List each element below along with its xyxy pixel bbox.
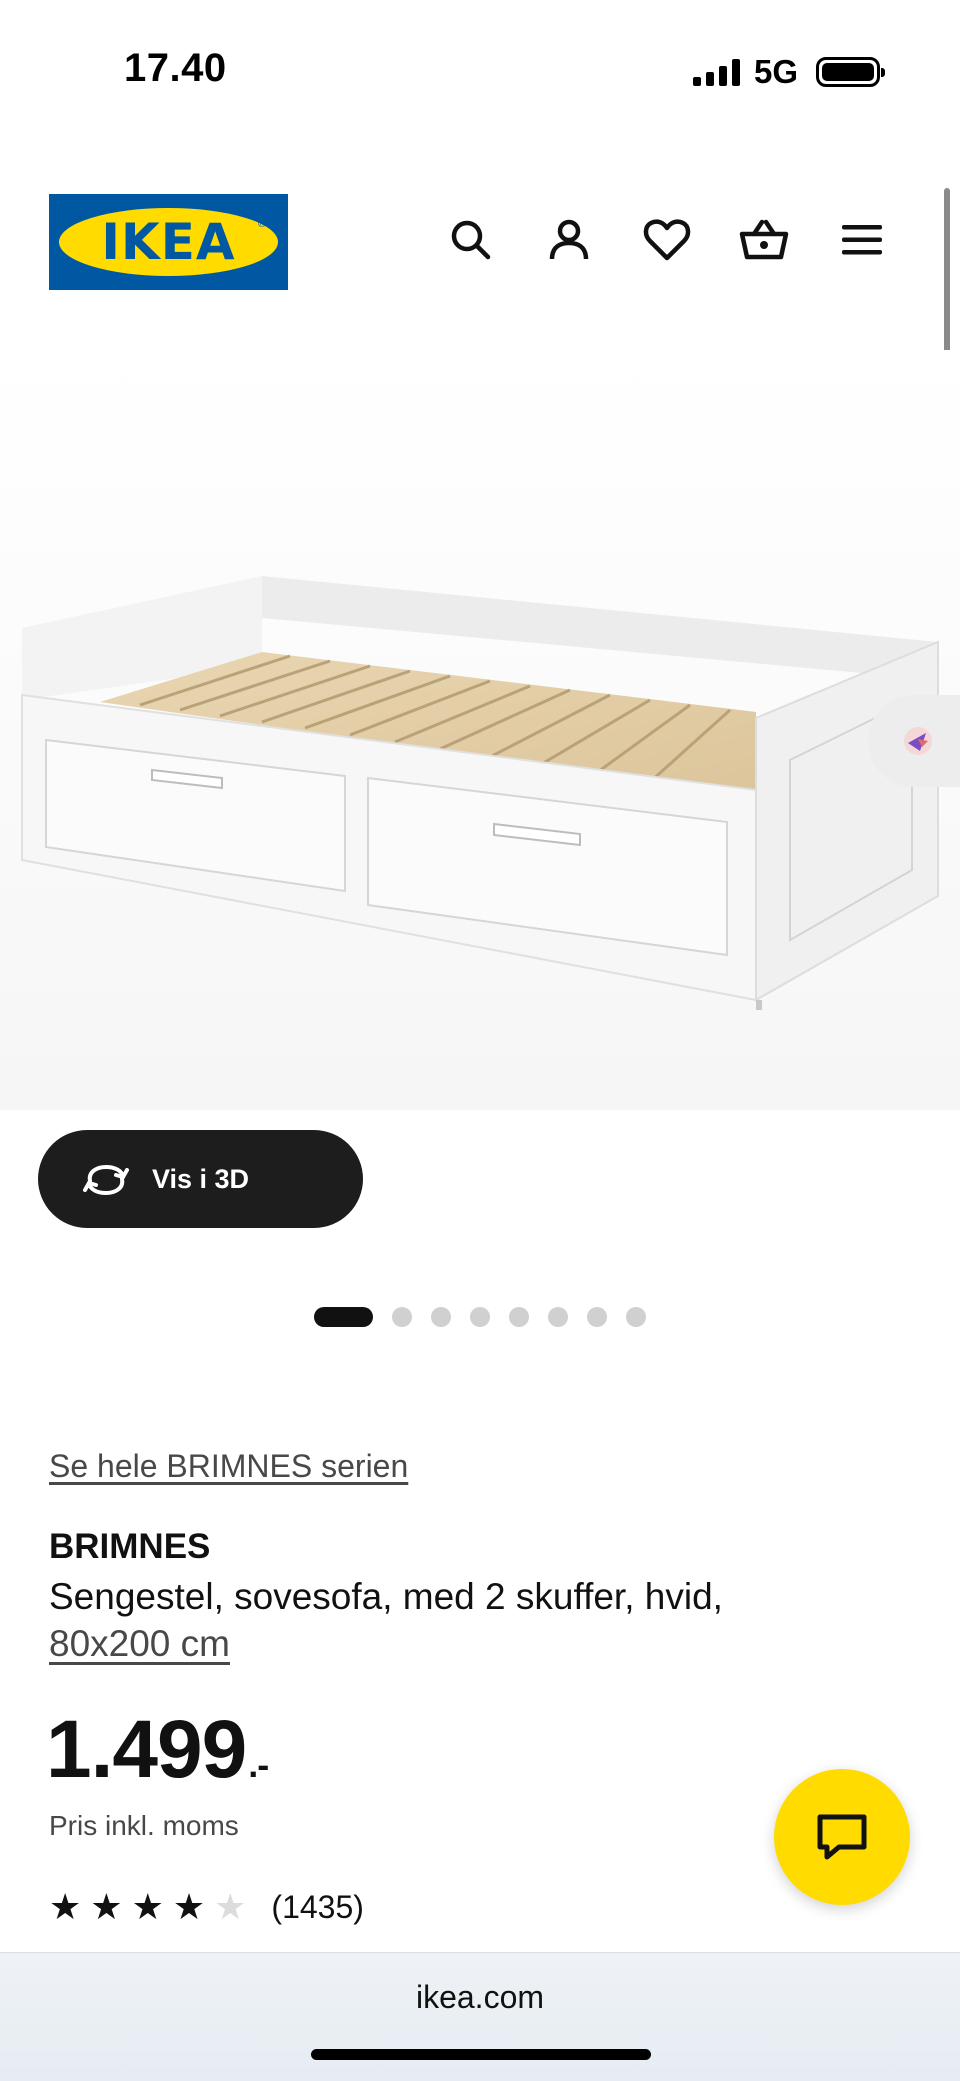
browser-address-bar[interactable]: ikea.com: [0, 1952, 960, 2081]
product-name: BRIMNES: [49, 1527, 211, 1566]
product-size-link[interactable]: 80x200 cm: [49, 1623, 230, 1665]
pagination-dot[interactable]: [431, 1307, 451, 1327]
battery-icon: [816, 57, 885, 87]
price-value: 1.499: [46, 1704, 247, 1795]
review-count: (1435): [271, 1888, 364, 1925]
signal-icon: [692, 58, 740, 86]
product-image: [0, 350, 960, 1110]
scrollbar[interactable]: [944, 188, 950, 353]
carousel-pagination: [0, 1305, 960, 1329]
series-link[interactable]: Se hele BRIMNES serien: [49, 1448, 408, 1485]
favorites-icon[interactable]: [637, 210, 697, 270]
star-icon: ★: [90, 1886, 123, 1927]
menu-icon[interactable]: [832, 210, 892, 270]
chat-bubble-peek[interactable]: [868, 695, 960, 787]
rotate-3d-icon: [83, 1164, 129, 1196]
status-bar: 17.40 5G: [0, 0, 960, 140]
view-in-3d-label: Vis i 3D: [152, 1163, 250, 1194]
pagination-dot[interactable]: [470, 1307, 490, 1327]
status-indicators: 5G: [692, 52, 885, 92]
price-note: Pris inkl. moms: [49, 1810, 239, 1841]
site-header: IKEA ®: [0, 180, 960, 300]
url-text[interactable]: ikea.com: [0, 1979, 960, 2016]
pagination-dot[interactable]: [314, 1307, 373, 1327]
account-icon[interactable]: [539, 210, 599, 270]
star-empty-icon: ★: [214, 1886, 247, 1927]
status-time: 17.40: [124, 46, 227, 90]
search-icon[interactable]: [441, 210, 501, 270]
network-type: 5G: [753, 53, 798, 90]
product-description: Sengestel, sovesofa, med 2 skuffer, hvid…: [49, 1576, 723, 1617]
product-image-carousel[interactable]: Vis i 3D: [0, 350, 960, 1327]
chat-button[interactable]: [774, 1769, 910, 1905]
pagination-dot[interactable]: [392, 1307, 412, 1327]
pagination-dot[interactable]: [587, 1307, 607, 1327]
basket-icon[interactable]: [734, 210, 794, 270]
product-rating[interactable]: ★ ★ ★ ★ ★ (1435): [49, 1887, 364, 1927]
star-icon: ★: [172, 1886, 206, 1927]
star-icon: ★: [131, 1886, 164, 1927]
view-in-3d-button[interactable]: Vis i 3D: [38, 1130, 363, 1228]
star-icon: ★: [49, 1886, 82, 1927]
pagination-dot[interactable]: [548, 1307, 568, 1327]
home-indicator[interactable]: [311, 2049, 651, 2060]
chat-icon: [817, 1814, 867, 1860]
pagination-dot[interactable]: [509, 1307, 529, 1327]
price-suffix: .-: [248, 1744, 269, 1785]
product-price: 1.499 .-: [46, 1703, 269, 1797]
header-actions: [0, 210, 960, 270]
pagination-dot[interactable]: [626, 1307, 646, 1327]
